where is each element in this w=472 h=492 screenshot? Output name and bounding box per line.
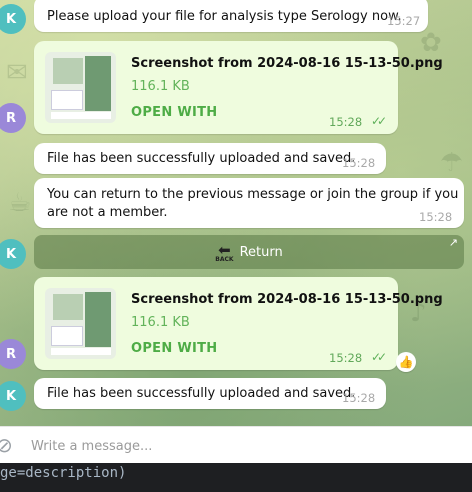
message-text: File has been successfully uploaded and …	[47, 386, 356, 401]
message-time: 15:28	[342, 391, 376, 405]
back-arrow-icon: ⬅ BACK	[215, 240, 234, 263]
code-line: ge=description)	[0, 465, 127, 481]
return-button-label: Return	[239, 244, 283, 260]
file-message[interactable]: Screenshot from 2024-08-16 15-13-50.png …	[34, 277, 443, 370]
message-bubble[interactable]: File has been successfully uploaded and …	[34, 378, 386, 409]
external-arrow-icon: ↗	[448, 236, 458, 249]
message-time: 15:28	[419, 210, 453, 224]
code-editor-strip: ge=description)	[0, 463, 472, 492]
avatar[interactable]: K	[0, 239, 26, 269]
message-bubble[interactable]: Please upload your file for analysis typ…	[34, 0, 428, 32]
avatar[interactable]: R	[0, 339, 26, 369]
file-size: 116.1 KB	[131, 315, 190, 330]
message-time: 15:28	[342, 156, 376, 170]
chat-area: ✿ ☂ ♪ ☕ ✉ K Please upload your file for …	[0, 0, 472, 426]
avatar[interactable]: K	[0, 4, 26, 34]
avatar[interactable]: K	[0, 381, 26, 411]
file-size: 116.1 KB	[131, 79, 190, 94]
double-check-icon: ✓✓	[371, 114, 387, 128]
doodle-icon: ☕	[8, 188, 32, 218]
avatar[interactable]: R	[0, 103, 26, 133]
file-thumbnail[interactable]	[45, 288, 116, 359]
file-name: Screenshot from 2024-08-16 15-13-50.png	[131, 56, 443, 71]
return-button[interactable]: ⬅ BACK Return ↗	[34, 235, 464, 269]
file-name: Screenshot from 2024-08-16 15-13-50.png	[131, 292, 443, 307]
paperclip-icon[interactable]: ⊘	[0, 433, 13, 457]
file-message[interactable]: Screenshot from 2024-08-16 15-13-50.png …	[34, 41, 443, 134]
message-text: Please upload your file for analysis typ…	[47, 9, 402, 24]
doodle-icon: ✿	[420, 28, 442, 58]
message-text: File has been successfully uploaded and …	[47, 151, 356, 166]
message-time: 15:28	[329, 351, 363, 365]
open-with-link[interactable]: OPEN WITH	[131, 341, 218, 356]
doodle-icon: ☂	[440, 148, 464, 178]
message-text-line1: You can return to the previous message o…	[47, 187, 459, 202]
message-bubble[interactable]: You can return to the previous message o…	[34, 178, 464, 228]
message-text-line2: are not a member.	[47, 205, 168, 220]
doodle-icon: ✉	[6, 58, 28, 88]
message-time: 15:27	[387, 14, 421, 28]
thumbs-up-reaction[interactable]: 👍	[396, 352, 416, 372]
message-input[interactable]	[31, 436, 451, 456]
file-thumbnail[interactable]	[45, 52, 116, 123]
message-time: 15:28	[329, 115, 363, 129]
message-composer: ⊘	[0, 426, 472, 463]
open-with-link[interactable]: OPEN WITH	[131, 105, 218, 120]
message-bubble[interactable]: File has been successfully uploaded and …	[34, 143, 386, 174]
double-check-icon: ✓✓	[371, 350, 387, 364]
